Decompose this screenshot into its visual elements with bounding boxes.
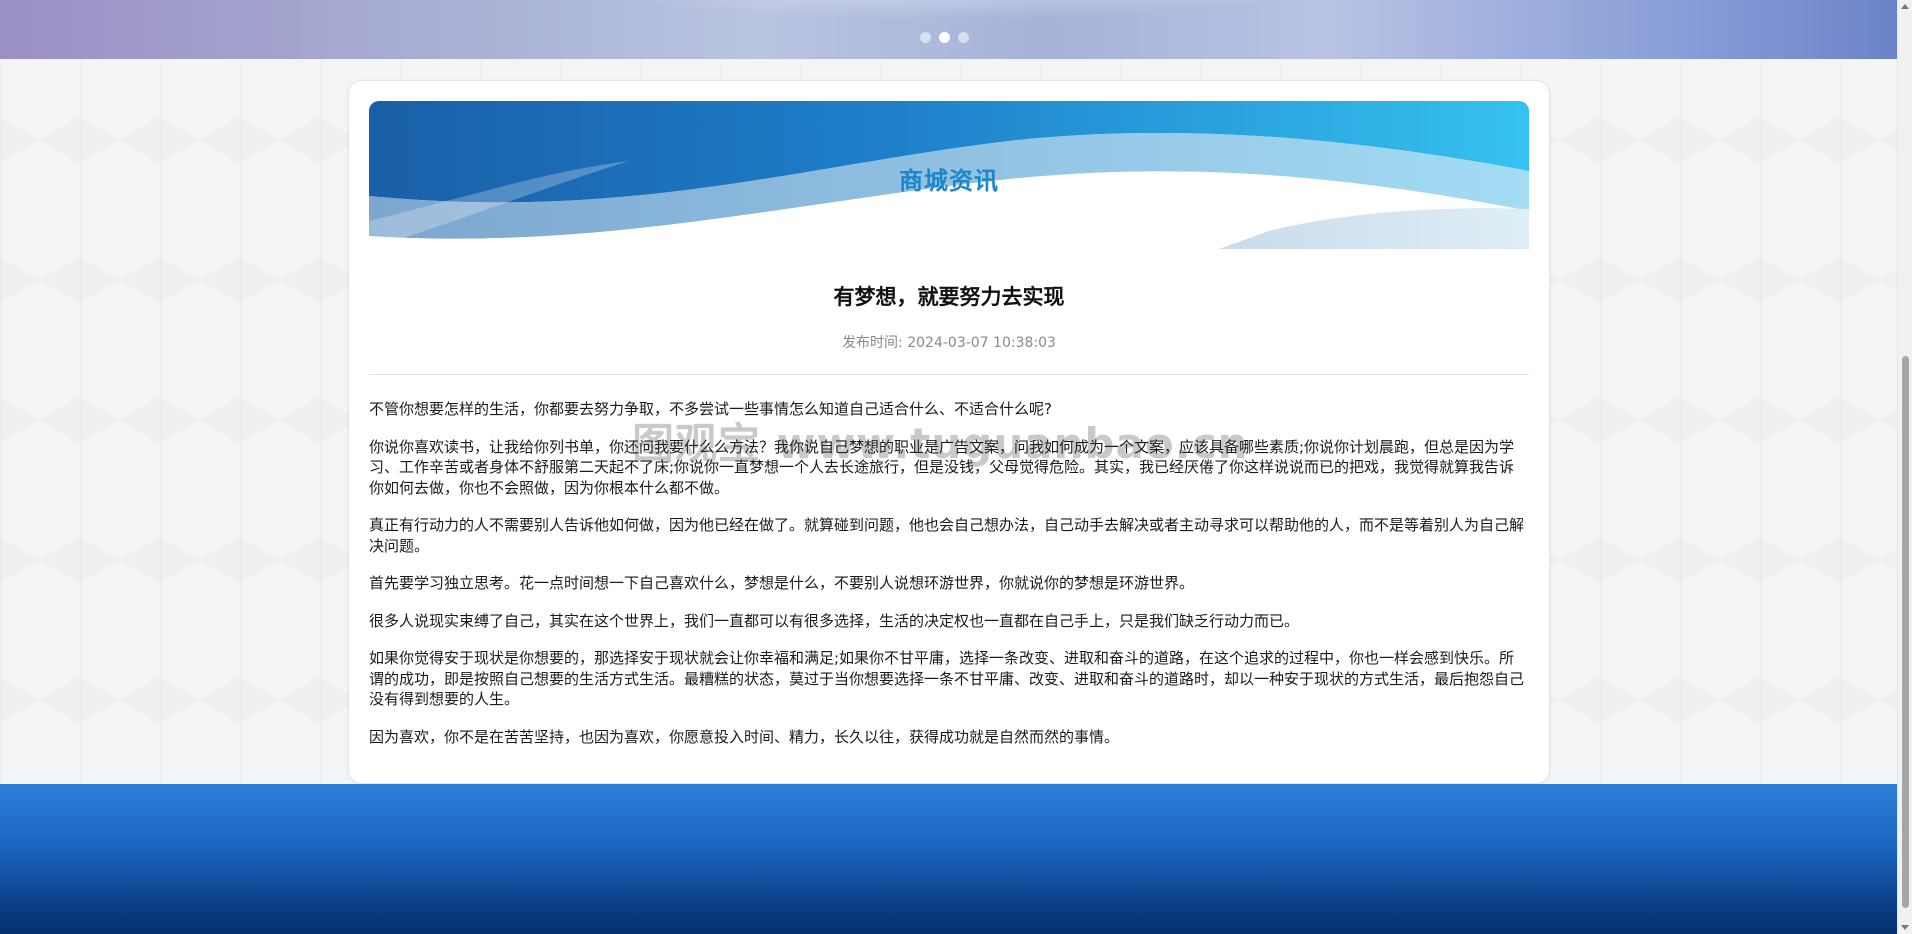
carousel-dot-1[interactable] xyxy=(920,32,931,43)
article-paragraph: 很多人说现实束缚了自己，其实在这个世界上，我们一直都可以有很多选择，生活的决定权… xyxy=(369,611,1300,630)
article-title: 有梦想，就要努力去实现 xyxy=(833,285,1065,309)
news-banner: 商城资讯 xyxy=(369,101,1529,249)
publish-time: 2024-03-07 10:38:03 xyxy=(907,335,1056,351)
article-paragraph: 因为喜欢，你不是在苦苦坚持，也因为喜欢，你愿意投入时间、精力，长久以往，获得成功… xyxy=(369,727,1120,746)
scroll-down-arrow-icon[interactable] xyxy=(1901,925,1909,930)
carousel-dot-3[interactable] xyxy=(958,32,969,43)
top-banner-carousel[interactable] xyxy=(0,0,1897,59)
news-card: 商城资讯 有梦想，就要努力去实现 发布时间: 2024-03-07 10:38:… xyxy=(348,80,1550,784)
article-paragraph: 真正有行动力的人不需要别人告诉他如何做，因为他已经在做了。就算碰到问题，他也会自… xyxy=(369,516,1525,555)
carousel-dots xyxy=(920,32,969,43)
footer xyxy=(0,784,1897,934)
vertical-scrollbar[interactable] xyxy=(1897,0,1912,934)
scrollbar-thumb[interactable] xyxy=(1902,356,1909,908)
article-paragraph: 不管你想要怎样的生活，你都要去努力争取，不多尝试一些事情怎么知道自己适合什么、不… xyxy=(369,400,1052,418)
page: 商城资讯 有梦想，就要努力去实现 发布时间: 2024-03-07 10:38:… xyxy=(0,0,1912,934)
publish-info: 发布时间: 2024-03-07 10:38:03 xyxy=(369,332,1529,352)
article-paragraph: 首先要学习独立思考。花一点时间想一下自己喜欢什么，梦想是什么，不要别人说想环游世… xyxy=(369,574,1195,592)
title-divider xyxy=(369,374,1529,375)
article-paragraph: 如果你觉得安于现状是你想要的，那选择安于现状就会让你幸福和满足;如果你不甘平庸，… xyxy=(369,649,1525,708)
scroll-up-arrow-icon[interactable] xyxy=(1901,4,1909,9)
article-body: 不管你想要怎样的生活，你都要去努力争取，不多尝试一些事情怎么知道自己适合什么、不… xyxy=(369,399,1529,764)
publish-label: 发布时间: xyxy=(842,335,903,351)
carousel-dot-2[interactable] xyxy=(939,32,950,43)
article-paragraph: 你说你喜欢读书，让我给你列书单，你还问我要什么么方法？我你说自己梦想的职业是广告… xyxy=(369,437,1515,497)
section-title: 商城资讯 xyxy=(899,167,999,195)
